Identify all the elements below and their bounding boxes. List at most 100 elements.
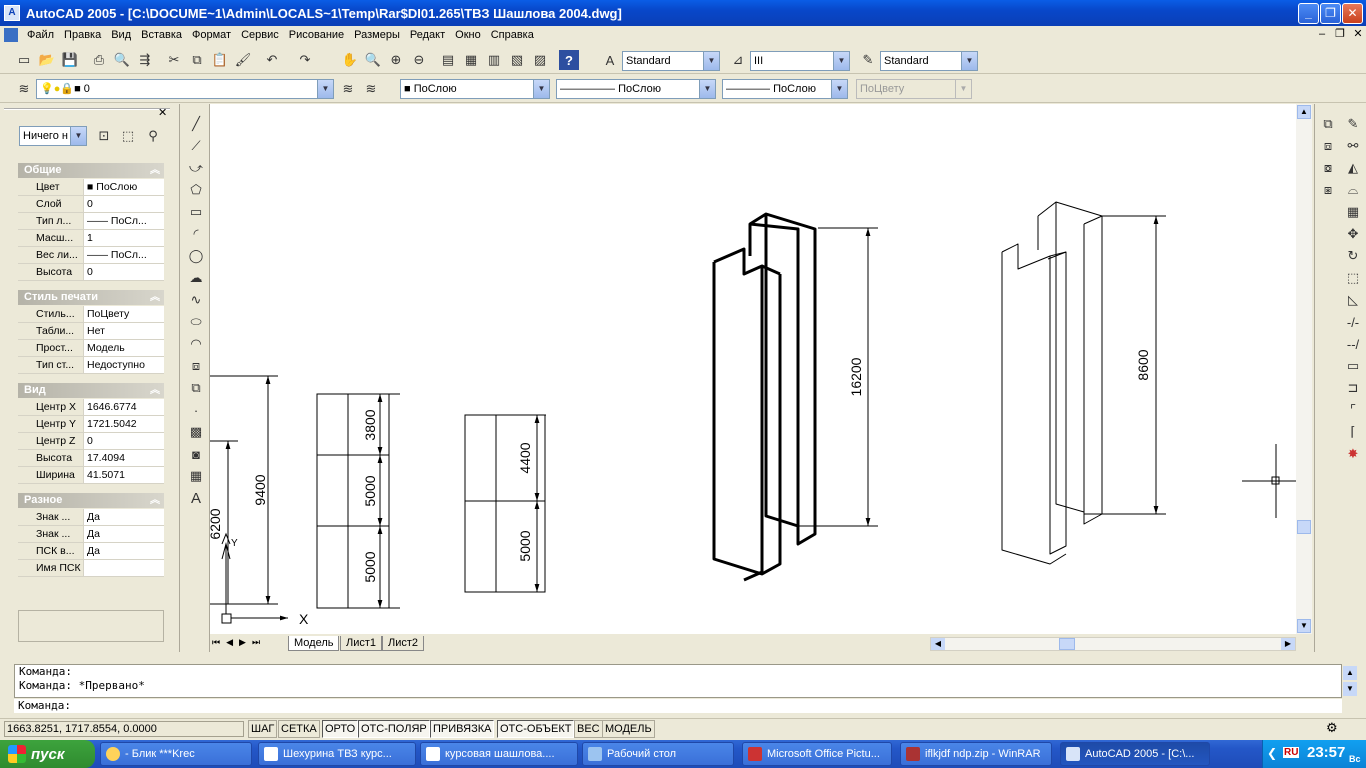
tool-palettes-icon[interactable]: ▥ [484, 50, 504, 70]
make-object-layer-current-icon[interactable]: ≋ [338, 79, 358, 99]
dimension-style-combo[interactable]: III ▼ [750, 51, 850, 71]
construction-line-icon[interactable]: ⟋ [186, 136, 206, 156]
hatch-icon[interactable]: ▩ [186, 422, 206, 442]
task-desktop[interactable]: Рабочий стол [582, 742, 734, 766]
prop-row[interactable]: Прост... Модель [18, 340, 164, 357]
offset-icon[interactable]: ⌓ [1343, 180, 1363, 200]
polar-toggle[interactable]: ОТС-ПОЛЯР [358, 720, 430, 738]
chevron-down-icon[interactable]: ▼ [699, 80, 715, 98]
palette-grip[interactable] [4, 108, 170, 118]
drawing-canvas[interactable]: 9400 6200 3800 5000 5000 4400 5000 16200… [210, 104, 1296, 634]
scroll-up-icon[interactable]: ▲ [1343, 666, 1357, 680]
scroll-down-icon[interactable]: ▼ [1297, 619, 1311, 633]
minimize-button[interactable]: _ [1298, 3, 1319, 24]
task-office-picture[interactable]: Microsoft Office Pictu... [742, 742, 892, 766]
section-plot-style[interactable]: Стиль печати ︽ [18, 290, 164, 305]
tab-model[interactable]: Модель [288, 636, 340, 651]
layer-combo[interactable]: 💡●🔒■ 0 ▼ [36, 79, 334, 99]
redo-icon[interactable]: ↷ [295, 50, 315, 70]
model-toggle[interactable]: МОДЕЛЬ [602, 720, 655, 738]
selection-combo[interactable]: Ничего н ▼ [19, 126, 87, 146]
section-view[interactable]: Вид ︽ [18, 383, 164, 398]
doc-restore-button[interactable]: ❐ [1332, 27, 1348, 42]
prop-row[interactable]: Центр X 1646.6774 [18, 399, 164, 416]
toggle-pickadd-icon[interactable]: ⊡ [94, 126, 114, 146]
extend-icon[interactable]: --/ [1343, 334, 1363, 354]
chevron-down-icon[interactable]: ▼ [833, 52, 849, 70]
sheet-set-icon[interactable]: ▧ [507, 50, 527, 70]
scroll-left-icon[interactable]: ◀ [931, 638, 945, 650]
match-properties-icon[interactable]: 🖌 [233, 50, 253, 70]
vertical-scrollbar[interactable]: ▲ ▼ [1296, 104, 1312, 634]
lineweight-toggle[interactable]: ВЕС [574, 720, 603, 738]
table-style-combo[interactable]: Standard ▼ [880, 51, 978, 71]
menu-draw[interactable]: Рисование [284, 29, 349, 41]
autocad-app-icon[interactable]: A [4, 5, 20, 21]
collapse-icon[interactable]: ︽ [150, 493, 160, 508]
prop-row[interactable]: Масш... 1 [18, 230, 164, 247]
design-center-icon[interactable]: ▦ [461, 50, 481, 70]
prop-row[interactable]: Высота 0 [18, 264, 164, 281]
print-preview-icon[interactable]: 🔍 [112, 50, 132, 70]
multiline-text-icon[interactable]: A [186, 488, 206, 508]
menu-file[interactable]: Файл [22, 29, 59, 41]
coordinates-display[interactable]: 1663.8251, 1717.8554, 0.0000 [4, 721, 244, 737]
restore-button[interactable]: ❐ [1320, 3, 1341, 24]
scroll-up-icon[interactable]: ▲ [1297, 105, 1311, 119]
otrack-toggle[interactable]: ОТС-ОБЪЕКТ [497, 720, 575, 738]
grid-toggle[interactable]: СЕТКА [278, 720, 320, 738]
prop-row[interactable]: Знак ... Да [18, 526, 164, 543]
menu-window[interactable]: Окно [450, 29, 486, 41]
prop-row[interactable]: Слой 0 [18, 196, 164, 213]
collapse-icon[interactable]: ︽ [150, 163, 160, 178]
explode-icon[interactable]: ✸ [1343, 444, 1363, 464]
task-winamp[interactable]: - Блик ***Krec [100, 742, 252, 766]
menu-view[interactable]: Вид [106, 29, 136, 41]
text-style-combo[interactable]: Standard ▼ [622, 51, 720, 71]
chevron-down-icon[interactable]: ▼ [831, 80, 847, 98]
select-objects-icon[interactable]: ⬚ [118, 126, 138, 146]
prop-row[interactable]: Цвет ■ ПоСлою [18, 179, 164, 196]
join-icon[interactable]: ⊐ [1343, 378, 1363, 398]
task-autocad[interactable]: AutoCAD 2005 - [C:\... [1060, 742, 1210, 766]
prop-row[interactable]: Ширина 41.5071 [18, 467, 164, 484]
break-icon[interactable]: ▭ [1343, 356, 1363, 376]
chevron-down-icon[interactable]: ▼ [533, 80, 549, 98]
doc-minimize-button[interactable]: – [1314, 27, 1330, 42]
polygon-icon[interactable]: ⬠ [186, 180, 206, 200]
move-icon[interactable]: ✥ [1343, 224, 1363, 244]
scroll-thumb[interactable] [1059, 638, 1075, 650]
chevron-down-icon[interactable]: ▼ [70, 127, 86, 145]
undo-icon[interactable]: ↶ [262, 50, 282, 70]
prop-row[interactable]: Центр Z0 [18, 433, 164, 450]
copy-object-icon[interactable]: ⚯ [1343, 136, 1363, 156]
menu-tools[interactable]: Сервис [236, 29, 284, 41]
menu-insert[interactable]: Вставка [136, 29, 187, 41]
ortho-toggle[interactable]: ОРТО [322, 720, 359, 738]
zoom-previous-icon[interactable]: ⊖ [409, 50, 429, 70]
collapse-icon[interactable]: ︽ [150, 290, 160, 305]
layer-manager-icon[interactable]: ≋ [14, 79, 34, 99]
fillet-icon[interactable]: ⌈ [1343, 422, 1363, 442]
zoom-window-icon[interactable]: ⊕ [386, 50, 406, 70]
circle-icon[interactable]: ◯ [186, 246, 206, 266]
chevron-down-icon[interactable]: ▼ [961, 52, 977, 70]
bring-front-icon[interactable]: ⧈ [1318, 136, 1338, 156]
lineweight-combo[interactable]: ———— ПоСлою ▼ [722, 79, 848, 99]
scroll-right-icon[interactable]: ▶ [1281, 638, 1295, 650]
prop-row[interactable]: Тип л... —— ПоСл... [18, 213, 164, 230]
table-icon[interactable]: ▦ [186, 466, 206, 486]
prop-row[interactable]: Высота 17.4094 [18, 450, 164, 467]
copy-icon[interactable]: ⧉ [187, 50, 207, 70]
prop-row[interactable]: Центр Y 1721.5042 [18, 416, 164, 433]
prop-row[interactable]: ПСК в... Да [18, 543, 164, 560]
markup-icon[interactable]: ▨ [530, 50, 550, 70]
osnap-toggle[interactable]: ПРИВЯЗКА [430, 720, 495, 738]
spline-icon[interactable]: ∿ [186, 290, 206, 310]
clock-time[interactable]: 23:57 [1307, 744, 1345, 761]
mirror-icon[interactable]: ◭ [1343, 158, 1363, 178]
table-style-icon[interactable]: ✎ [858, 50, 878, 70]
new-file-icon[interactable]: ▭ [14, 50, 34, 70]
prop-row[interactable]: Знак ... Да [18, 509, 164, 526]
task-word-2[interactable]: курсовая шашлова.... [420, 742, 578, 766]
